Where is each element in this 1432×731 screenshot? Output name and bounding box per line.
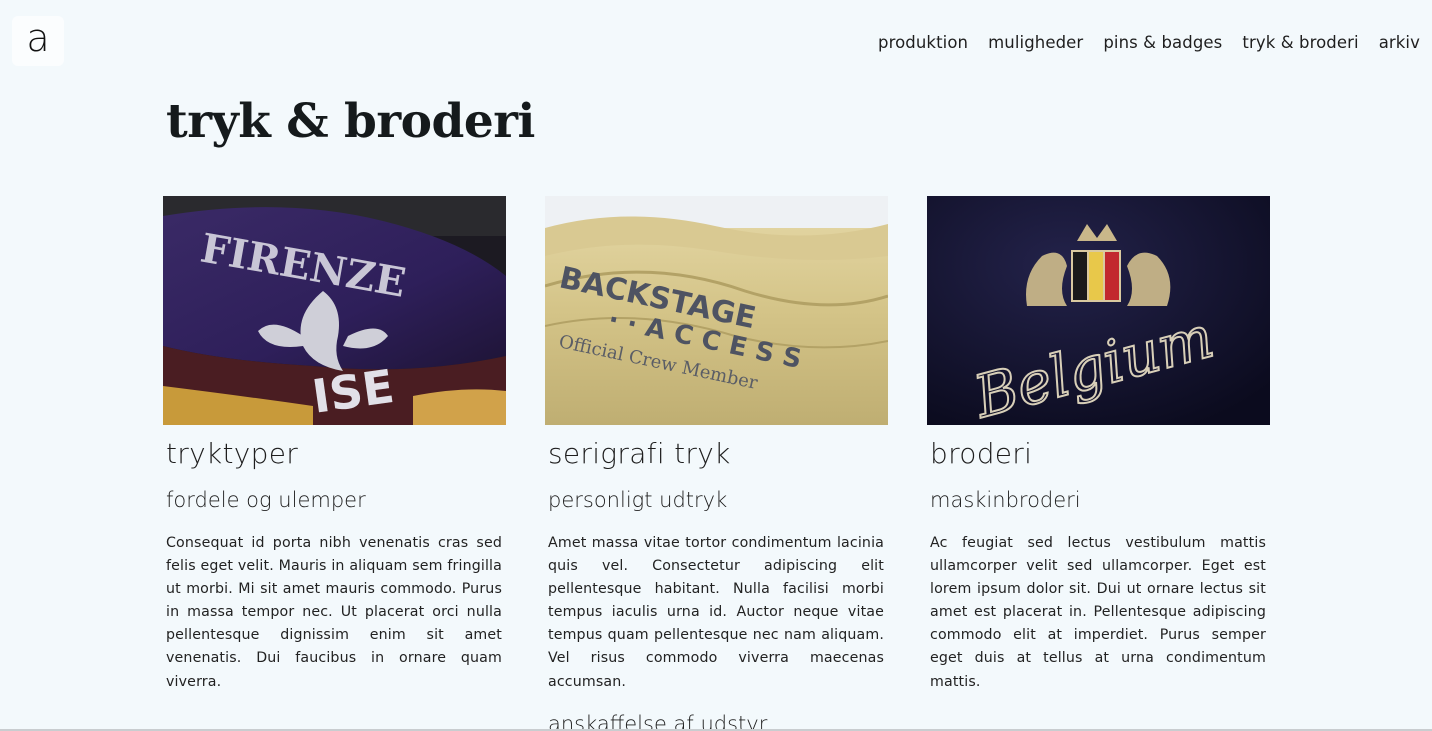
logo-letter: a: [26, 16, 50, 60]
logo[interactable]: a: [12, 16, 64, 66]
screenprint-shirt-photo: BACKSTAGE · · A C C E S S Official Crew …: [545, 196, 888, 425]
card-title: broderi: [930, 437, 1033, 470]
main-nav: produktion muligheder pins & badges tryk…: [878, 33, 1420, 52]
card-body: Consequat id porta nibh venenatis cras s…: [166, 535, 502, 690]
nav-item-produktion[interactable]: produktion: [878, 33, 968, 52]
card-subtitle: maskinbroderi: [930, 488, 1081, 512]
card-subtitle: fordele og ulemper: [166, 488, 366, 512]
card-subtitle: personligt udtryk: [548, 488, 728, 512]
card-tryktyper: FIRENZE ISE tryktyper fordele og ulemper…: [163, 196, 506, 694]
card-body: Ac feugiat sed lectus vestibulum mattis …: [930, 535, 1266, 690]
card-title: serigrafi tryk: [548, 437, 731, 470]
nav-item-muligheder[interactable]: muligheder: [988, 33, 1083, 52]
card-title: tryktyper: [166, 437, 299, 470]
nav-item-pins-badges[interactable]: pins & badges: [1103, 33, 1222, 52]
card-serigrafi-tryk: BACKSTAGE · · A C C E S S Official Crew …: [545, 196, 888, 731]
nav-item-tryk-broderi[interactable]: tryk & broderi: [1242, 33, 1358, 52]
page-title: tryk & broderi: [166, 94, 535, 149]
nav-item-arkiv[interactable]: arkiv: [1379, 33, 1420, 52]
card-body: Amet massa vitae tortor condimentum laci…: [548, 535, 884, 690]
svg-text:ISE: ISE: [309, 359, 397, 424]
card-broderi: Belgium broderi maskinbroderi Ac feugiat…: [927, 196, 1270, 694]
belgium-embroidery-photo: Belgium: [927, 196, 1270, 425]
purple-firenze-shirt-photo: FIRENZE ISE: [163, 196, 506, 425]
